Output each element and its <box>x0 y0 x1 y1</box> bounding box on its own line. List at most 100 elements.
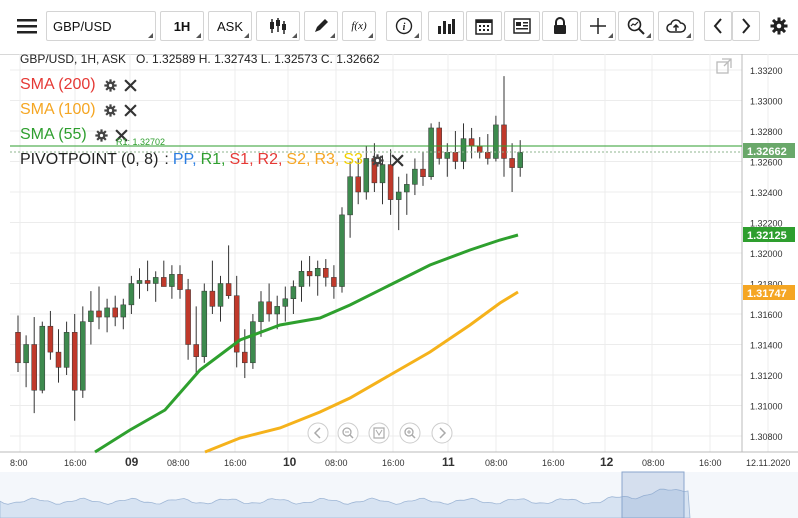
candle-body <box>485 152 491 159</box>
close-icon[interactable] <box>123 78 137 92</box>
nav-right-button[interactable] <box>431 422 453 444</box>
pivot-part: S3 <box>343 151 363 168</box>
time-tick-label: 16:00 <box>64 458 87 468</box>
candle-body <box>266 301 272 315</box>
time-tick-label: 09 <box>125 455 139 469</box>
candle-body <box>96 310 102 318</box>
candle-body <box>509 158 515 168</box>
external-window-icon <box>716 58 732 74</box>
gear-icon[interactable] <box>95 128 108 142</box>
pivot-part: R1, <box>200 151 226 168</box>
price-tick-label: 1.33000 <box>750 97 783 107</box>
candle-body <box>412 168 418 185</box>
price-tick-label: 1.31600 <box>750 310 783 320</box>
time-tick-label: 08:00 <box>167 458 190 468</box>
indicator-sma200[interactable]: SMA (200) <box>20 76 137 94</box>
candle-body <box>517 152 523 168</box>
price-tick-label: 1.31000 <box>750 402 783 412</box>
price-tick-label: 1.32000 <box>750 249 783 259</box>
time-tick-label: 12 <box>600 455 614 469</box>
candle-body <box>258 301 264 322</box>
gear-icon[interactable] <box>371 153 384 167</box>
sma55-line <box>94 233 519 454</box>
candle-body <box>476 146 483 153</box>
ohlc-values: O. 1.32589 H. 1.32743 L. 1.32573 C. 1.32… <box>136 52 380 66</box>
navigator <box>0 471 798 518</box>
close-icon[interactable] <box>391 153 404 167</box>
time-tick-label: 16:00 <box>224 458 247 468</box>
candle-body <box>31 344 37 391</box>
gear-icon[interactable] <box>103 78 117 92</box>
indicator-sma55[interactable]: SMA (55) <box>20 126 128 144</box>
sma100-price-tag: 1.31747 <box>747 288 787 300</box>
close-icon[interactable] <box>123 103 137 117</box>
candle-body <box>395 191 402 200</box>
candle-body <box>39 325 46 391</box>
candle-body <box>331 277 337 287</box>
nav-zoom-out-button[interactable] <box>337 422 359 444</box>
candle-body <box>444 152 451 159</box>
candle-body <box>306 271 313 277</box>
candle-body <box>55 351 62 368</box>
candle-body <box>136 280 143 284</box>
pivot-parts: PP, R1, S1, R2, S2, R3, S3 <box>169 151 363 169</box>
candle-body <box>323 268 329 278</box>
candle-body <box>209 290 216 307</box>
candle-body <box>15 332 21 364</box>
nav-left-button[interactable] <box>307 422 329 444</box>
time-tick-label: 12.11.2020 <box>746 458 790 468</box>
candle-body <box>47 325 54 353</box>
nav-zoom-in-button[interactable] <box>399 422 421 444</box>
candle-body <box>152 277 159 284</box>
price-tick-label: 1.32800 <box>750 127 783 137</box>
candle-body <box>104 307 110 318</box>
time-tick-label: 11 <box>442 455 455 469</box>
candle-body <box>404 184 410 193</box>
candle-body <box>193 344 199 357</box>
candle-body <box>80 321 86 391</box>
candle-body <box>161 277 167 287</box>
candle-body <box>452 152 459 162</box>
candle-body <box>112 307 118 318</box>
candle-body <box>274 306 280 315</box>
time-tick-label: 08:00 <box>325 458 348 468</box>
indicator-label: SMA (100) <box>20 101 96 118</box>
candle-body <box>185 289 191 345</box>
gear-icon[interactable] <box>103 103 117 117</box>
pivot-part: S1, <box>229 151 254 168</box>
time-tick-label: 16:00 <box>382 458 405 468</box>
price-axis: 1.332001.330001.328001.326001.324001.322… <box>743 66 795 442</box>
candle-body <box>225 283 232 296</box>
candle-body <box>468 138 475 147</box>
candle-body <box>314 268 321 277</box>
pivot-part: PP, <box>172 151 197 168</box>
candle-body <box>120 304 127 318</box>
ohlc-legend: GBP/USD, 1H, ASK O. 1.32589 H. 1.32743 L… <box>20 52 380 66</box>
candle-body <box>71 332 78 391</box>
candle-body <box>169 274 175 287</box>
detach-button[interactable] <box>714 56 734 76</box>
indicator-sma100[interactable]: SMA (100) <box>20 101 137 119</box>
candle-body <box>355 176 361 193</box>
sma100-line <box>204 290 519 454</box>
price-tick-label: 1.30800 <box>750 432 783 442</box>
candle-body <box>282 298 289 307</box>
candle-body <box>387 164 394 200</box>
navigator-window[interactable] <box>621 471 685 518</box>
indicator-pivotpoint[interactable]: PIVOTPOINT (0, 8) : PP, R1, S1, R2, S2, R3, S3 <box>20 151 404 169</box>
price-tick-label: 1.32400 <box>750 188 783 198</box>
time-tick-label: 8:00 <box>10 458 28 468</box>
candle-body <box>217 283 224 307</box>
ohlc-header: GBP/USD, 1H, ASK <box>20 52 127 66</box>
chart-navigation <box>307 422 453 444</box>
indicator-label: PIVOTPOINT (0, 8) <box>20 151 159 168</box>
time-tick-label: 16:00 <box>699 458 722 468</box>
time-tick-label: 16:00 <box>542 458 565 468</box>
price-tick-label: 1.33200 <box>750 66 783 76</box>
candle-body <box>23 344 29 364</box>
nav-fit-button[interactable] <box>368 422 390 444</box>
sma55-price-tag: 1.32125 <box>747 230 787 242</box>
candle-body <box>128 283 135 306</box>
candle-body <box>460 138 467 162</box>
candle-body <box>177 274 183 290</box>
